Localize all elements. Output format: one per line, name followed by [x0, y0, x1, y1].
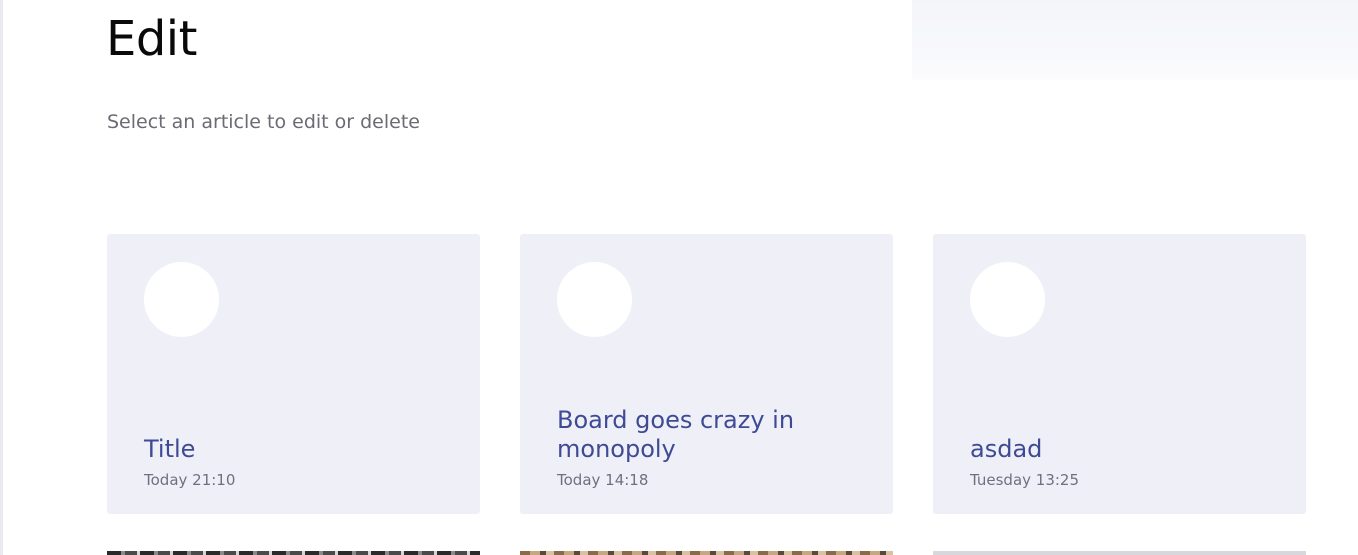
article-info: Title Today 21:10 [144, 435, 450, 490]
next-article-image-peek[interactable] [107, 551, 480, 555]
article-title[interactable]: asdad [970, 435, 1276, 464]
article-title[interactable]: Title [144, 435, 450, 464]
article-info: asdad Tuesday 13:25 [970, 435, 1276, 490]
left-rail [0, 0, 3, 555]
article-date: Today 14:18 [557, 471, 649, 489]
article-card[interactable]: Title Today 21:10 [107, 234, 480, 514]
top-shade [912, 0, 1358, 80]
article-info: Board goes crazy in monopoly Today 14:18 [557, 406, 863, 490]
article-card[interactable]: asdad Tuesday 13:25 [933, 234, 1306, 514]
article-avatar [144, 262, 219, 337]
page-title: Edit [106, 11, 197, 67]
next-article-image-peek[interactable] [520, 551, 893, 555]
article-avatar [557, 262, 632, 337]
page-subtitle: Select an article to edit or delete [107, 111, 420, 133]
article-date: Today 21:10 [144, 471, 236, 489]
next-article-image-peek[interactable] [933, 551, 1306, 555]
article-date: Tuesday 13:25 [970, 471, 1080, 489]
article-card[interactable]: Board goes crazy in monopoly Today 14:18 [520, 234, 893, 514]
article-avatar [970, 262, 1045, 337]
edit-page: Edit Select an article to edit or delete… [0, 0, 1358, 555]
article-title[interactable]: Board goes crazy in monopoly [557, 406, 863, 464]
